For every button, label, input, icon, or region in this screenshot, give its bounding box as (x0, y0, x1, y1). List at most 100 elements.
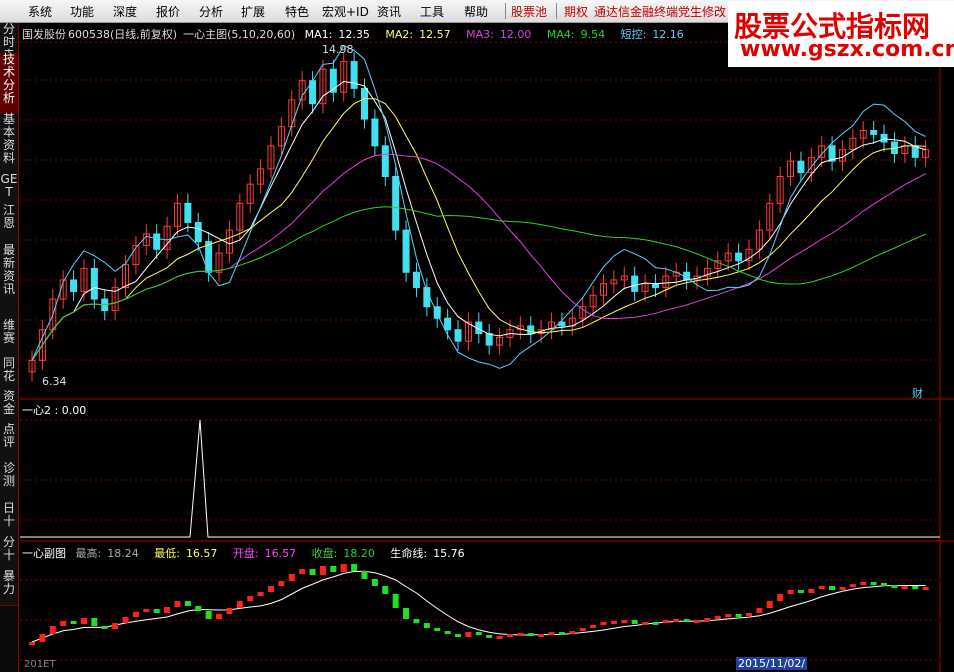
candle-down (392, 175, 400, 231)
candle-down (194, 221, 202, 243)
candle-down (361, 87, 369, 120)
ma4-legend: MA4: 9.54 (546, 28, 606, 41)
indicator-name[interactable]: 一心主图(5,10,20,60) (183, 28, 295, 41)
sub-bar-down (631, 620, 638, 624)
sub-bar-up (621, 620, 628, 623)
sub-bar-down (870, 582, 877, 585)
sub-bar-up (257, 592, 264, 596)
sub-bar-up (704, 618, 711, 621)
sub-bar-up (164, 607, 171, 613)
candle-down (412, 271, 420, 289)
sub-bar-up (777, 594, 784, 601)
sub-bar-down (683, 619, 690, 622)
candle-down (527, 325, 535, 335)
sub-bar-up (818, 586, 825, 589)
sub-bar-up (839, 587, 846, 590)
panel2-title: 一心2 : 0.00 (22, 404, 87, 417)
sub-bar-up (278, 581, 285, 586)
sub-bar-down (195, 606, 202, 611)
sub-bar-up (112, 623, 119, 629)
sub-bar-down (330, 566, 337, 572)
sub-bar-up (756, 608, 763, 613)
sub-bar-down (392, 594, 399, 608)
candle-down (381, 145, 389, 177)
sub-bar-up (29, 642, 35, 645)
sub-bar-up (548, 632, 555, 635)
candle-down (485, 333, 493, 346)
sub-bar-down (475, 632, 482, 635)
sub-bar-up (673, 619, 680, 622)
sub-bar-up (901, 586, 908, 589)
sub-bar-up (745, 613, 752, 616)
sub-bar-down (351, 564, 358, 571)
main-legend: 国发股份 600538(日线,前复权) 一心主图(5,10,20,60) MA1: 1… (22, 26, 696, 42)
candle-down (454, 329, 462, 342)
sub-bar-up (132, 612, 139, 617)
candle-down (797, 160, 805, 174)
sub-bar-up (787, 590, 794, 594)
sub-bar-up (590, 625, 597, 628)
sub-bar-down (912, 586, 919, 589)
sub-bar-down (423, 623, 430, 628)
candle-down (90, 267, 98, 300)
sub-bar-up (662, 620, 669, 623)
finance-badge[interactable]: 财 (912, 385, 923, 401)
period: (日线,前复权) (110, 28, 178, 41)
sub-bar-up (288, 574, 295, 581)
candle-down (870, 130, 878, 135)
site-watermark: 股票公式指标网 www.gszx.com.cn (728, 1, 954, 67)
sub-bar-down (891, 585, 898, 588)
sub-bar-down (797, 590, 804, 593)
candle-down (371, 118, 379, 147)
sub-bar-up (496, 636, 503, 639)
candle-down (402, 229, 410, 273)
sub-bar-down (413, 619, 420, 623)
watermark-url: www.gszx.com.cn (740, 37, 954, 62)
sub-bar-down (70, 621, 77, 624)
sub-bar-up (267, 586, 274, 592)
sub-bar-up (579, 628, 586, 631)
candle-down (184, 202, 192, 223)
high-marker: 14.98 (322, 43, 354, 56)
sub-bar-up (808, 589, 815, 593)
sub-bar-up (174, 601, 181, 607)
stock-code: 600538 (68, 28, 110, 41)
sub-bar-up (860, 582, 867, 585)
candle-down (70, 279, 78, 292)
sub-bar-up (714, 616, 721, 619)
sub-bar-down (527, 633, 534, 636)
candle-down (631, 275, 639, 292)
sub-bar-up (694, 620, 701, 623)
ma3-legend: MA3: 12.00 (466, 28, 532, 41)
sub-bar-up (600, 622, 607, 625)
panel3-legend: 一心副图 最高: 18.24 最低: 16.57 开盘: 16.57 收盘: 18.20… (22, 547, 465, 560)
sub-bar-up (725, 614, 732, 617)
sub-bar-down (444, 631, 451, 634)
sub-bar-up (122, 617, 129, 623)
sub-bar-up (299, 569, 306, 574)
sub-bar-up (39, 634, 46, 642)
candle-down (153, 233, 161, 250)
sub-bar-down (403, 608, 410, 619)
sub-bar-down (184, 601, 191, 606)
candle-down (444, 317, 452, 331)
sub-bar-down (558, 632, 565, 635)
chart-area (20, 23, 954, 672)
sub-bar-down (829, 586, 836, 590)
sub-bar-up (506, 634, 513, 637)
sub-bar-up (766, 601, 773, 608)
sub-bar-up (236, 601, 243, 608)
sub-bar-up (247, 596, 254, 601)
sub-bar-down (881, 583, 888, 586)
sub-bar-up (226, 608, 233, 614)
ma1-legend: MA1: 12.35 (304, 28, 370, 41)
sub-bar-up (569, 631, 576, 634)
sub-bar-up (610, 621, 617, 624)
sub-bar-down (382, 586, 389, 594)
sub-bar-down (309, 569, 316, 575)
sub-bar-up (60, 621, 67, 626)
sub-bar-down (205, 611, 212, 619)
sub-bar-up (922, 587, 929, 590)
sub-bar-up (642, 622, 649, 625)
sub-bar-up (517, 633, 524, 636)
